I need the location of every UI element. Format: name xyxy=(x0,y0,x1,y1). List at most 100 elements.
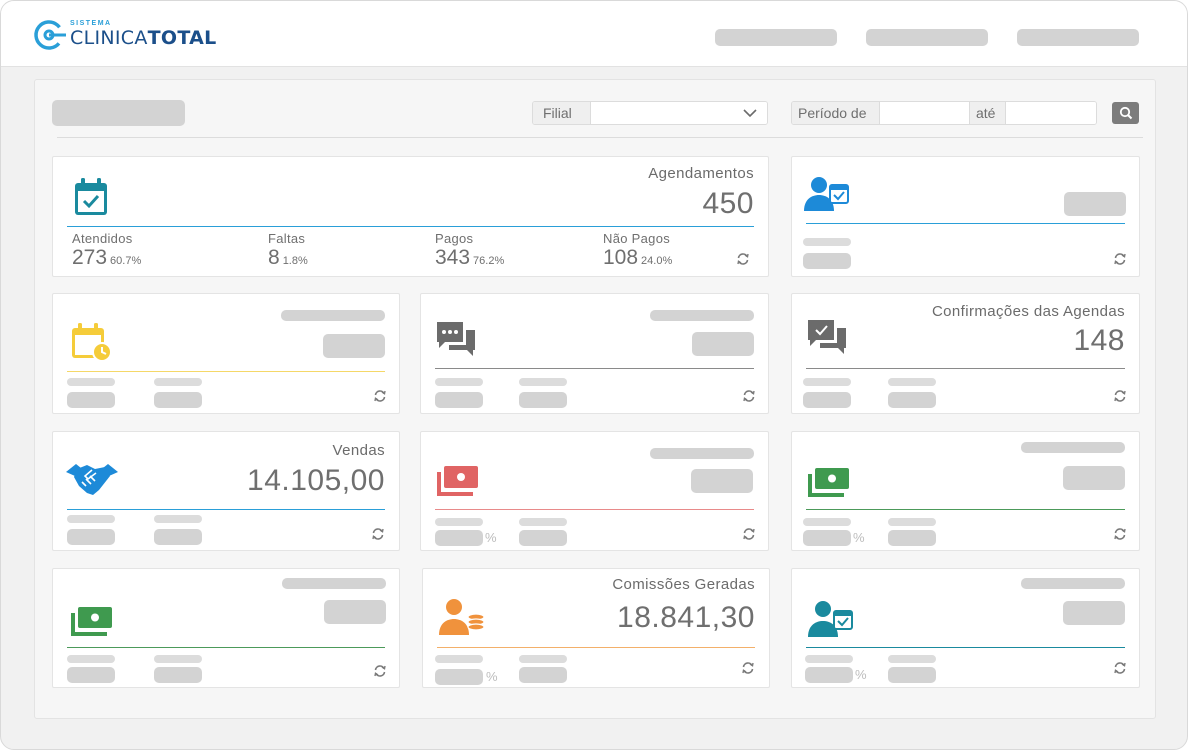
refresh-icon[interactable] xyxy=(741,661,755,675)
percent-sign: % xyxy=(486,669,498,684)
filial-filter[interactable]: Filial xyxy=(532,101,768,125)
user-calendar-icon xyxy=(808,601,853,637)
placeholder-label xyxy=(154,655,202,663)
page-title xyxy=(52,100,185,126)
card-divider xyxy=(435,509,754,510)
placeholder-label xyxy=(435,518,483,526)
placeholder-title xyxy=(281,310,385,321)
app-window: SISTEMA CLINICATOTAL Filial Período de a… xyxy=(0,0,1188,750)
refresh-icon[interactable] xyxy=(742,527,756,541)
placeholder-stat xyxy=(519,667,567,683)
ate-label: até xyxy=(969,102,1006,124)
comissoes-title: Comissões Geradas xyxy=(612,576,755,593)
placeholder-label xyxy=(888,655,936,663)
placeholder-label xyxy=(803,518,851,526)
chat-check-icon xyxy=(808,320,846,354)
chevron-down-icon xyxy=(743,109,757,118)
placeholder-label xyxy=(67,515,115,523)
vendas-value: 14.105,00 xyxy=(247,464,385,497)
card-money-red[interactable]: % xyxy=(420,431,769,551)
placeholder-label xyxy=(154,378,202,386)
placeholder-label xyxy=(888,518,936,526)
refresh-icon[interactable] xyxy=(1113,527,1127,541)
filial-select[interactable] xyxy=(591,102,767,124)
card-confirmacoes[interactable]: Confirmações das Agendas 148 xyxy=(791,293,1140,414)
agendamentos-value: 450 xyxy=(702,187,754,220)
card-messages[interactable] xyxy=(420,293,769,414)
chat-bubbles-icon xyxy=(437,322,475,356)
card-comissoes[interactable]: Comissões Geradas 18.841,30 % xyxy=(422,568,770,688)
refresh-icon[interactable] xyxy=(742,389,756,403)
placeholder-stat xyxy=(519,392,567,408)
placeholder-stat xyxy=(888,392,936,408)
refresh-icon[interactable] xyxy=(373,389,387,403)
card-agendamentos[interactable]: Agendamentos 450 Atendidos 273 60.7% Falt… xyxy=(52,156,769,277)
placeholder-value xyxy=(1064,192,1126,216)
placeholder-label xyxy=(803,238,851,246)
vendas-title: Vendas xyxy=(332,442,385,459)
top-bar: SISTEMA CLINICATOTAL xyxy=(1,1,1187,67)
stat-atendidos: Atendidos 273 60.7% xyxy=(72,231,142,269)
placeholder-label xyxy=(154,515,202,523)
placeholder-stat xyxy=(519,530,567,546)
placeholder-value xyxy=(324,600,386,624)
logo-icon xyxy=(34,20,66,50)
refresh-icon[interactable] xyxy=(373,664,387,678)
card-user-agenda[interactable] xyxy=(791,156,1140,277)
placeholder-stat xyxy=(435,392,483,408)
placeholder-title xyxy=(650,448,754,459)
refresh-icon[interactable] xyxy=(736,252,750,266)
stat-pagos: Pagos 343 76.2% xyxy=(435,231,505,269)
card-divider xyxy=(806,647,1125,648)
confirmacoes-title: Confirmações das Agendas xyxy=(931,303,1125,320)
agendamentos-title: Agendamentos xyxy=(648,165,754,182)
placeholder-label xyxy=(888,378,936,386)
card-user-agenda-2[interactable]: % xyxy=(791,568,1140,688)
placeholder-stat xyxy=(803,392,851,408)
filial-label: Filial xyxy=(533,102,591,124)
placeholder-label xyxy=(67,655,115,663)
nav-item-1[interactable] xyxy=(715,29,837,46)
placeholder-stat xyxy=(888,530,936,546)
placeholder-stat xyxy=(435,530,483,546)
periodo-end-input[interactable] xyxy=(1006,102,1096,124)
search-button[interactable] xyxy=(1112,102,1139,124)
periodo-label: Período de xyxy=(792,102,880,124)
confirmacoes-value: 148 xyxy=(1073,324,1125,357)
refresh-icon[interactable] xyxy=(1113,389,1127,403)
placeholder-stat xyxy=(888,667,936,683)
card-divider xyxy=(806,368,1125,369)
logo[interactable]: SISTEMA CLINICATOTAL xyxy=(33,17,216,55)
refresh-icon[interactable] xyxy=(371,527,385,541)
search-icon xyxy=(1119,106,1132,120)
user-coins-icon xyxy=(439,599,485,635)
periodo-start-input[interactable] xyxy=(880,102,969,124)
placeholder-label xyxy=(519,518,567,526)
card-money-green-2[interactable] xyxy=(52,568,400,688)
logo-subtitle: SISTEMA xyxy=(70,20,112,27)
periodo-filter: Período de até xyxy=(791,101,1097,125)
placeholder-stat xyxy=(803,530,851,546)
card-vendas[interactable]: Vendas 14.105,00 xyxy=(52,431,400,551)
placeholder-title xyxy=(1021,578,1125,589)
placeholder-label xyxy=(519,378,567,386)
placeholder-label xyxy=(435,378,483,386)
refresh-icon[interactable] xyxy=(1113,661,1127,675)
nav-item-3[interactable] xyxy=(1017,29,1139,46)
placeholder-stat xyxy=(67,667,115,683)
card-divider xyxy=(435,368,754,369)
comissoes-value: 18.841,30 xyxy=(617,601,755,634)
placeholder-label xyxy=(519,655,567,663)
logo-name: CLINICATOTAL xyxy=(70,27,217,49)
placeholder-label xyxy=(67,378,115,386)
placeholder-label xyxy=(803,378,851,386)
card-calendar-clock[interactable] xyxy=(52,293,400,414)
refresh-icon[interactable] xyxy=(1113,252,1127,266)
nav-item-2[interactable] xyxy=(866,29,988,46)
money-icon xyxy=(437,466,478,496)
placeholder-stat xyxy=(435,669,483,685)
placeholder-stat xyxy=(154,667,202,683)
placeholder-label xyxy=(435,655,483,663)
card-money-green[interactable]: % xyxy=(791,431,1140,551)
placeholder-stat xyxy=(154,529,202,545)
